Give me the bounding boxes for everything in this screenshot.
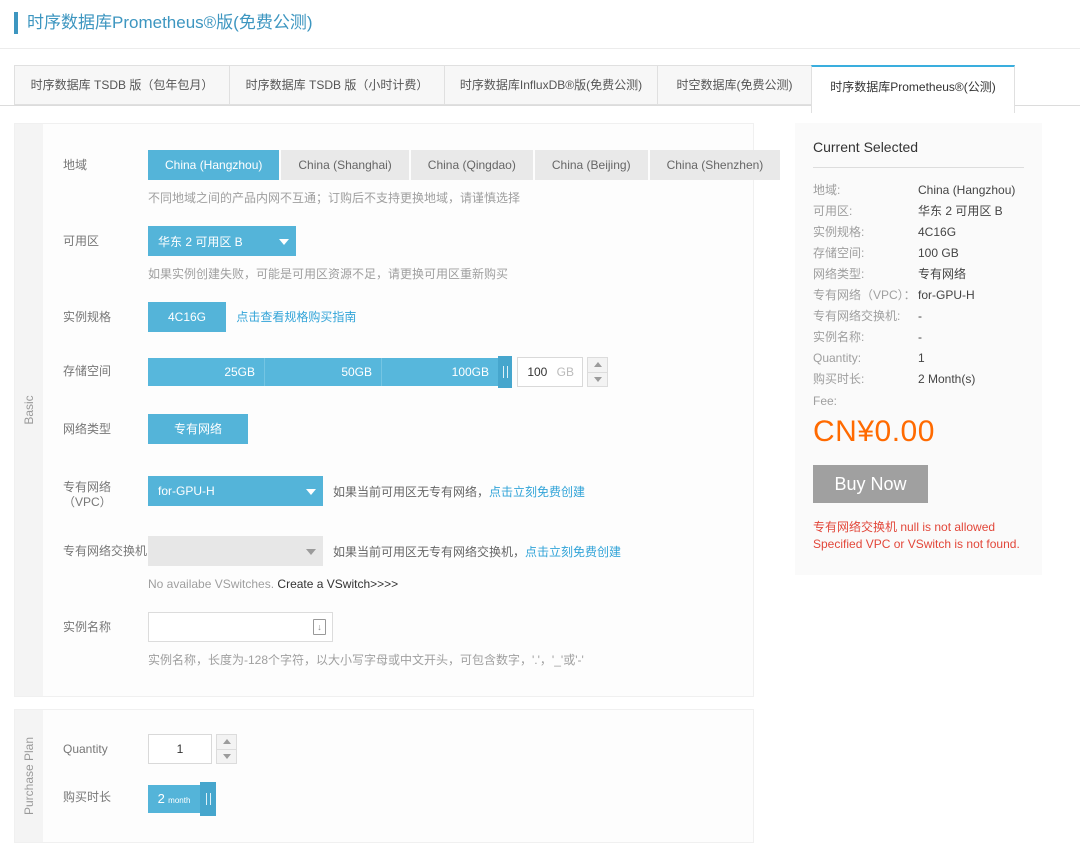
purchase-plan-section-label: Purchase Plan — [22, 736, 36, 816]
quantity-input[interactable]: 1 — [148, 734, 212, 764]
vpc-create-link[interactable]: 点击立刻免费创建 — [489, 485, 585, 499]
storage-stepper-down[interactable] — [588, 373, 607, 387]
vswitch-empty-create-link[interactable]: Create a VSwitch>>>> — [277, 577, 398, 591]
region-option-shanghai[interactable]: China (Shanghai) — [281, 150, 409, 180]
current-selected-panel: Current Selected 地域: China (Hangzhou) 可用区… — [795, 123, 1042, 575]
purchase-plan-section: Purchase Plan Quantity 1 购买时长 2 month — [14, 709, 754, 843]
summary-row-vswitch: 专有网络交换机: - — [813, 309, 922, 323]
vpc-select[interactable]: for-GPU-H — [148, 476, 323, 506]
region-options: China (Hangzhou) China (Shanghai) China … — [148, 150, 782, 180]
summary-row-network-type: 网络类型: 专有网络 — [813, 267, 967, 281]
vswitch-select[interactable] — [148, 536, 323, 566]
tab-spatiotemporal[interactable]: 时空数据库(免费公测) — [657, 65, 812, 105]
tab-influxdb[interactable]: 时序数据库InfluxDB®版(免费公测) — [444, 65, 658, 105]
summary-row-vpc: 专有网络（VPC）： for-GPU-H — [813, 288, 975, 302]
summary-row-zone: 可用区: 华东 2 可用区 B — [813, 204, 1003, 218]
input-adornment-icon: ↓ — [313, 619, 326, 635]
summary-row-instance-name: 实例名称: - — [813, 330, 922, 344]
tab-tsdb-hourly[interactable]: 时序数据库 TSDB 版（小时计费） — [229, 65, 445, 105]
vswitch-note: 如果当前可用区无专有网络交换机， — [333, 544, 526, 559]
network-type-label: 网络类型 — [63, 422, 112, 436]
zone-select[interactable]: 华东 2 可用区 B — [148, 226, 296, 256]
vswitch-empty-note: No availabe VSwitches. Create a VSwitch>… — [148, 577, 399, 591]
error-line-2: Specified VPC or VSwitch is not found. — [813, 537, 1020, 551]
summary-row-duration: 购买时长: 2 Month(s) — [813, 372, 976, 386]
basic-section-label: Basic — [22, 395, 36, 425]
region-option-beijing[interactable]: China (Beijing) — [534, 150, 648, 180]
caret-down-icon — [272, 234, 296, 248]
region-label: 地域 — [63, 158, 88, 172]
region-note: 不同地域之间的产品内网不互通；订购后不支持更换地域，请谨慎选择 — [148, 191, 521, 205]
zone-select-value: 华东 2 可用区 B — [158, 234, 243, 249]
zone-note: 如果实例创建失败，可能是可用区资源不足，请更换可用区重新购买 — [148, 267, 509, 281]
storage-input-unit: GB — [556, 365, 574, 379]
instance-name-note: 实例名称，长度为-128个字符，以大小写字母或中文开头，可包含数字，'.'，'_… — [148, 653, 584, 667]
error-message: 专有网络交换机 null is not allowed Specified VP… — [813, 519, 1024, 553]
page-title: 时序数据库Prometheus®版(免费公测) — [14, 12, 1066, 34]
summary-row-spec: 实例规格: 4C16G — [813, 225, 957, 239]
basic-section-strip: Basic — [15, 124, 43, 696]
fee-value: CN¥0.00 — [813, 415, 935, 448]
quantity-value: 1 — [176, 742, 184, 756]
caret-down-icon — [299, 484, 323, 498]
quantity-stepper-down[interactable] — [217, 750, 236, 764]
region-option-qingdao[interactable]: China (Qingdao) — [410, 150, 533, 180]
storage-label: 存储空间 — [63, 364, 112, 378]
title-divider — [0, 48, 1080, 49]
tab-prometheus[interactable]: 时序数据库Prometheus®(公测) — [811, 65, 1015, 113]
storage-slider-handle[interactable] — [498, 356, 512, 388]
storage-tick-50gb[interactable]: 50GB — [265, 358, 382, 386]
spec-guide-link[interactable]: 点击查看规格购买指南 — [236, 310, 356, 324]
purchase-plan-strip: Purchase Plan — [15, 710, 43, 842]
region-option-shenzhen[interactable]: China (Shenzhen) — [649, 150, 781, 180]
quantity-stepper — [216, 734, 237, 764]
storage-slider[interactable]: 25GB 50GB 100GB — [148, 358, 498, 386]
caret-down-icon — [299, 544, 323, 558]
summary-row-storage: 存储空间: 100 GB — [813, 246, 959, 260]
instance-name-input[interactable]: ↓ — [148, 612, 333, 642]
storage-tick-100gb[interactable]: 100GB — [382, 358, 498, 386]
product-tabbar: 时序数据库 TSDB 版（包年包月） 时序数据库 TSDB 版（小时计费） 时序… — [0, 65, 1080, 113]
storage-input[interactable]: 100 GB — [517, 357, 583, 387]
duration-slider[interactable]: 2 month — [148, 782, 216, 816]
vpc-note: 如果当前可用区无专有网络， — [333, 484, 490, 499]
zone-label: 可用区 — [63, 234, 100, 248]
summary-row-region: 地域: China (Hangzhou) — [813, 183, 1016, 197]
spec-option-4c16g[interactable]: 4C16G — [148, 302, 226, 332]
storage-stepper — [587, 357, 608, 387]
region-option-hangzhou[interactable]: China (Hangzhou) — [148, 150, 280, 180]
duration-bar[interactable]: 2 month — [148, 785, 200, 813]
summary-title: Current Selected — [813, 139, 1024, 168]
vpc-select-value: for-GPU-H — [158, 484, 215, 498]
quantity-label: Quantity — [63, 742, 108, 756]
storage-tick-25gb[interactable]: 25GB — [148, 358, 265, 386]
summary-row-quantity: Quantity: 1 — [813, 351, 925, 365]
duration-slider-handle[interactable] — [200, 782, 216, 816]
duration-label: 购买时长 — [63, 790, 112, 804]
network-type-option-vpc[interactable]: 专有网络 — [148, 414, 248, 444]
fee-label: Fee: — [813, 394, 838, 408]
duration-unit: month — [168, 796, 191, 805]
error-line-1: 专有网络交换机 null is not allowed — [813, 520, 996, 534]
duration-value: 2 — [157, 791, 165, 806]
quantity-stepper-up[interactable] — [217, 735, 236, 750]
instance-name-label: 实例名称 — [63, 620, 112, 634]
spec-label: 实例规格 — [63, 310, 112, 324]
vswitch-create-link[interactable]: 点击立刻免费创建 — [525, 545, 621, 559]
config-column: Basic 地域 China (Hangzhou) China (Shangha… — [14, 123, 781, 843]
tab-tsdb-subscription[interactable]: 时序数据库 TSDB 版（包年包月） — [14, 65, 230, 105]
vpc-label: 专有网络 （VPC） — [63, 480, 112, 509]
vswitch-label: 专有网络交换机 — [63, 544, 148, 558]
storage-input-value: 100 — [527, 365, 548, 379]
storage-stepper-up[interactable] — [588, 358, 607, 373]
buy-now-button[interactable]: Buy Now — [813, 465, 928, 503]
basic-section: Basic 地域 China (Hangzhou) China (Shangha… — [14, 123, 781, 697]
